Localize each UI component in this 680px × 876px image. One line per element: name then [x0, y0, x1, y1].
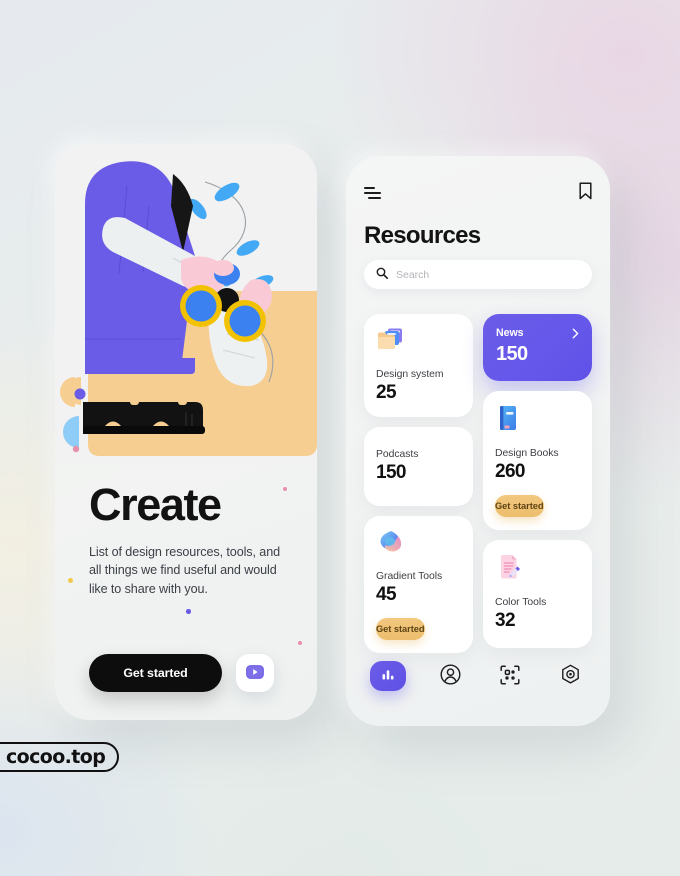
search-input[interactable] — [396, 268, 580, 281]
card-value: 260 — [495, 461, 526, 482]
bar-chart-icon — [381, 668, 395, 684]
search-bar[interactable] — [364, 260, 592, 289]
card-news[interactable]: News 150 — [483, 314, 592, 381]
resource-card-grid: Design system 25 Podcasts 150 Gradient T… — [364, 314, 592, 653]
page-title: Create — [89, 479, 222, 530]
card-label: Design system — [376, 369, 444, 380]
card-design-books[interactable]: Design Books 260 Get started — [483, 391, 592, 530]
get-started-button-gradient-tools[interactable]: Get started — [376, 617, 425, 640]
card-value: 25 — [376, 382, 397, 403]
chevron-right-icon — [572, 328, 579, 342]
card-color-tools[interactable]: Color Tools 32 — [483, 539, 592, 648]
card-label: Podcasts — [376, 448, 419, 460]
nav-scan[interactable] — [494, 660, 526, 692]
watermark-badge: cocoo.top — [0, 742, 120, 772]
nav-settings[interactable] — [554, 660, 586, 692]
screenshot-canvas: Create List of design resources, tools, … — [0, 0, 680, 876]
card-value: 32 — [495, 609, 516, 631]
hero-copy-block: Create List of design resources, tools, … — [89, 482, 294, 598]
folder-icon — [376, 326, 461, 359]
qr-scan-icon — [500, 664, 520, 688]
dot-purple-mid — [186, 609, 191, 614]
grid-column-right: News 150 Design Books 260 Get started Co… — [483, 314, 592, 653]
dot-yellow-left — [68, 578, 73, 583]
play-video-button[interactable] — [236, 654, 274, 692]
card-label: News — [496, 327, 524, 339]
document-pen-icon — [495, 552, 580, 587]
card-design-system[interactable]: Design system 25 — [364, 314, 473, 417]
user-circle-icon — [439, 664, 461, 688]
card-value: 150 — [376, 461, 407, 483]
card-value: 150 — [496, 343, 528, 365]
grid-column-left: Design system 25 Podcasts 150 Gradient T… — [364, 314, 473, 653]
card-label: Gradient Tools — [376, 570, 443, 582]
card-gradient-tools[interactable]: Gradient Tools 45 Get started — [364, 515, 473, 653]
get-started-button[interactable]: Get started — [89, 654, 222, 692]
search-icon — [376, 266, 388, 284]
get-started-button-design-books[interactable]: Get started — [495, 494, 544, 517]
card-label: Design Books — [495, 448, 559, 459]
hexagon-target-icon — [560, 664, 581, 688]
play-icon — [246, 664, 264, 682]
watermark-label: cocoo.top — [6, 746, 106, 768]
hero-description: List of design resources, tools, and all… — [89, 545, 281, 596]
bookmark-icon[interactable] — [579, 181, 592, 205]
card-value: 45 — [376, 583, 397, 605]
right-phone-frame: Resources Search Design system 25 Podcas… — [346, 156, 610, 726]
hamburger-menu-icon[interactable] — [364, 187, 381, 199]
gradient-blob-icon — [376, 528, 461, 561]
app-header — [364, 181, 592, 205]
dot-pink-bottom — [298, 641, 302, 645]
card-podcasts[interactable]: Podcasts 150 — [364, 426, 473, 506]
book-icon — [495, 403, 580, 438]
resources-title: Resources — [364, 222, 481, 249]
cta-row: Get started — [89, 654, 274, 692]
left-phone-frame: Create List of design resources, tools, … — [55, 144, 317, 720]
hero-illustration — [55, 144, 317, 466]
nav-stats[interactable] — [370, 661, 406, 691]
bottom-navigation — [364, 660, 592, 692]
nav-profile[interactable] — [434, 660, 466, 692]
card-label: Color Tools — [495, 596, 547, 608]
